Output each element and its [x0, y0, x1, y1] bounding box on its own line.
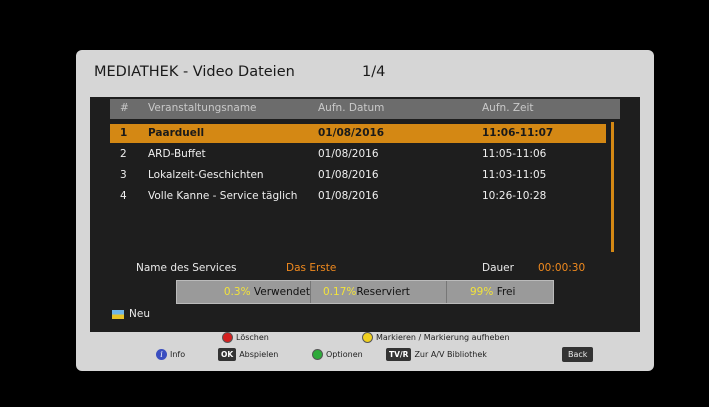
row-date: 01/08/2016 [318, 127, 385, 139]
storage-reserved: 0.17%Reserviert [311, 281, 447, 303]
table-row[interactable]: 4 Volle Kanne - Service täglich 01/08/20… [110, 187, 606, 206]
duration-label: Dauer [482, 262, 514, 274]
table-row[interactable]: 1 Paarduell 01/08/2016 11:06-11:07 [110, 124, 606, 143]
info-label: Info [170, 350, 186, 359]
header-number: # [120, 102, 129, 114]
row-date: 01/08/2016 [318, 169, 379, 181]
page-indicator: 1/4 [362, 64, 386, 80]
play-label: Abspielen [239, 350, 279, 359]
reserved-label: Reserviert [356, 286, 410, 298]
ok-key-icon: OK [218, 348, 237, 361]
table-header: # Veranstaltungsname Aufn. Datum Aufn. Z… [110, 99, 620, 119]
legend-info[interactable]: i Info [156, 349, 185, 360]
table-row[interactable]: 2 ARD-Buffet 01/08/2016 11:05-11:06 [110, 145, 606, 164]
row-name: Lokalzeit-Geschichten [148, 169, 264, 181]
used-label: Verwendet [253, 286, 310, 298]
yellow-button-icon [362, 332, 373, 343]
storage-used: 0.3% Verwendet [177, 281, 311, 303]
service-value: Das Erste [286, 262, 337, 274]
back-button[interactable]: Back [562, 347, 594, 362]
storage-bar: 0.3% Verwendet 0.17%Reserviert 99% Frei [176, 280, 554, 304]
tvr-key-icon: TV/R [386, 348, 412, 361]
legend-mark[interactable]: Markieren / Markierung aufheben [362, 332, 510, 343]
library-label: Zur A/V Bibliothek [414, 350, 487, 359]
mediathek-window: MEDIATHEK - Video Dateien 1/4 # Veransta… [76, 50, 654, 371]
row-number: 3 [120, 169, 127, 181]
storage-free: 99% Frei [448, 281, 552, 303]
reserved-percent: 0.17% [323, 286, 357, 298]
legend-options[interactable]: Optionen [312, 349, 363, 360]
header-date: Aufn. Datum [318, 102, 385, 114]
row-name: Volle Kanne - Service täglich [148, 190, 298, 202]
free-label: Frei [496, 286, 516, 298]
row-name: ARD-Buffet [148, 148, 206, 160]
row-name: Paarduell [148, 127, 205, 139]
list-scrollbar[interactable] [611, 122, 614, 252]
row-time: 11:06-11:07 [482, 127, 554, 139]
row-date: 01/08/2016 [318, 190, 379, 202]
mark-label: Markieren / Markierung aufheben [376, 333, 510, 342]
header-name: Veranstaltungsname [148, 102, 257, 114]
duration-value: 00:00:30 [538, 262, 586, 274]
window-title: MEDIATHEK - Video Dateien [94, 64, 295, 80]
row-date: 01/08/2016 [318, 148, 379, 160]
row-time: 11:03-11:05 [482, 169, 547, 181]
free-percent: 99% [470, 286, 494, 298]
row-number: 1 [120, 127, 128, 139]
red-button-icon [222, 332, 233, 343]
legend-play[interactable]: OK Abspielen [218, 348, 278, 361]
green-button-icon [312, 349, 323, 360]
row-time: 10:26-10:28 [482, 190, 547, 202]
row-number: 4 [120, 190, 127, 202]
row-number: 2 [120, 148, 127, 160]
legend-library[interactable]: TV/R Zur A/V Bibliothek [386, 348, 487, 361]
info-icon: i [156, 349, 167, 360]
table-row[interactable]: 3 Lokalzeit-Geschichten 01/08/2016 11:03… [110, 166, 606, 185]
service-label: Name des Services [136, 262, 237, 274]
row-time: 11:05-11:06 [482, 148, 547, 160]
new-marker: Neu [112, 308, 150, 320]
delete-label: Löschen [236, 333, 269, 342]
header-time: Aufn. Zeit [482, 102, 534, 114]
new-flag-icon [112, 309, 124, 319]
used-percent: 0.3% [223, 286, 251, 298]
options-label: Optionen [326, 350, 363, 359]
legend-delete[interactable]: Löschen [222, 332, 269, 343]
new-label: Neu [129, 308, 150, 320]
